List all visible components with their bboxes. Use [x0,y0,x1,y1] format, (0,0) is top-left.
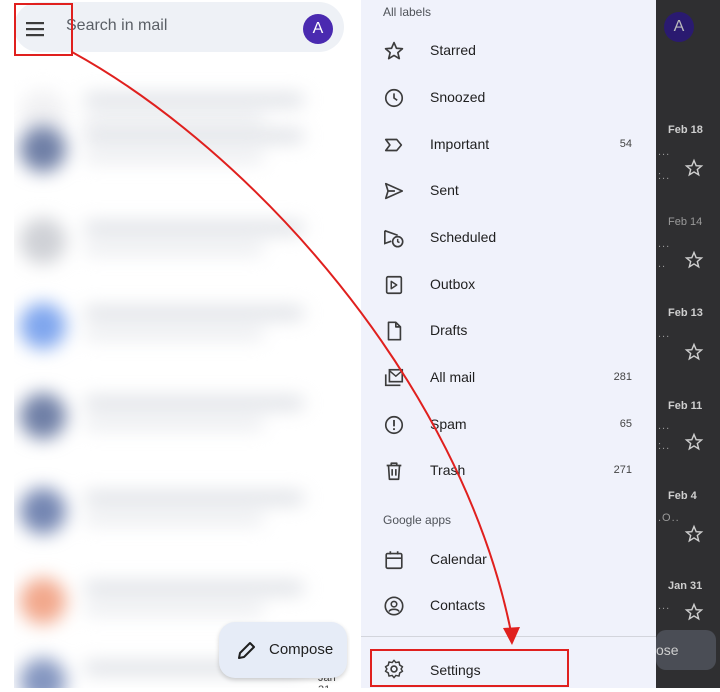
drawer-item-label: Starred [430,42,476,58]
drawer-item-starred[interactable]: Starred [361,28,656,74]
compose-button[interactable]: Compose [219,622,347,678]
star-icon [684,250,704,270]
drawer-item-trash[interactable]: Trash 271 [361,448,656,494]
clock-icon [383,87,405,109]
section-title-all-labels: All labels [383,5,432,19]
drawer-item-label: Spam [430,416,467,432]
unread-count: 54 [619,138,632,150]
star-icon [684,602,704,622]
drawer-item-important[interactable]: Important 54 [361,122,656,168]
list-item[interactable] [14,560,344,630]
message-date: Feb 18 [668,124,703,136]
drawer-item-sent[interactable]: Sent [361,168,656,214]
send-icon [383,180,405,202]
calendar-icon [383,549,405,571]
list-item[interactable] [14,200,344,270]
search-bar[interactable]: Search in mail A [14,2,344,52]
compose-label: Compose [269,641,334,658]
drawer-item-label: Settings [430,662,481,678]
drawer-item-label: Contacts [430,597,486,613]
drawer-item-label: Trash [430,462,466,478]
avatar[interactable]: A [303,14,333,44]
unread-count: 281 [613,371,632,383]
star-icon [684,158,704,178]
message-date: Feb 13 [668,307,703,319]
drawer-item-label: Important [430,136,490,152]
unread-count: 271 [613,464,632,476]
drawer-item-all-mail[interactable]: All mail 281 [361,355,656,401]
drawer-divider [361,636,656,637]
inbox-panel: Search in mail A 4 Jan 31 Compose [14,0,350,688]
navigation-drawer: All labels Starred Snoozed Important 54 … [361,0,656,688]
list-item[interactable] [14,470,344,540]
unread-count: 65 [619,418,632,430]
message-date: Feb 4 [668,490,697,502]
drawer-item-label: Outbox [430,276,476,292]
drawer-item-drafts[interactable]: Drafts [361,308,656,354]
list-item[interactable] [14,375,344,445]
label-important-icon [383,134,405,156]
drawer-item-scheduled[interactable]: Scheduled [361,215,656,261]
drawer-item-outbox[interactable]: Outbox [361,262,656,308]
drawer-item-label: Snoozed [430,89,486,105]
drawer-item-label: Calendar [430,551,487,567]
schedule-send-icon [383,227,405,249]
drawer-item-label: All mail [430,369,476,385]
trash-icon [383,460,405,482]
menu-icon[interactable] [20,14,50,44]
contacts-icon [383,595,405,617]
drawer-item-spam[interactable]: Spam 65 [361,402,656,448]
outbox-icon [383,274,405,296]
star-icon [383,40,405,62]
compose-label-fragment: ose [656,642,679,658]
spam-icon [383,414,405,436]
drawer-item-settings[interactable]: Settings [361,646,656,692]
search-input[interactable]: Search in mail [66,17,167,35]
list-item[interactable] [14,108,344,178]
dimmed-inbox-strip[interactable]: A Feb 18 ... :.. Feb 14 ... .. Feb 13 ..… [656,0,720,688]
drawer-item-label: Sent [430,182,459,198]
message-date: Jan 31 [668,580,703,592]
drawer-item-snoozed[interactable]: Snoozed [361,75,656,121]
star-icon [684,342,704,362]
all-mail-icon [383,367,405,389]
avatar: A [664,12,694,42]
section-title-google-apps: Google apps [383,513,452,527]
drawer-item-label: Scheduled [430,229,497,245]
message-date: Feb 11 [668,400,703,412]
pencil-icon [235,638,259,662]
list-item[interactable] [14,285,344,355]
draft-icon [383,320,405,342]
star-icon [684,524,704,544]
gear-icon [383,658,405,680]
star-icon [684,432,704,452]
drawer-item-contacts[interactable]: Contacts [361,583,656,629]
drawer-item-calendar[interactable]: Calendar [361,537,656,583]
drawer-item-label: Drafts [430,322,468,338]
message-date: Feb 14 [668,216,703,228]
